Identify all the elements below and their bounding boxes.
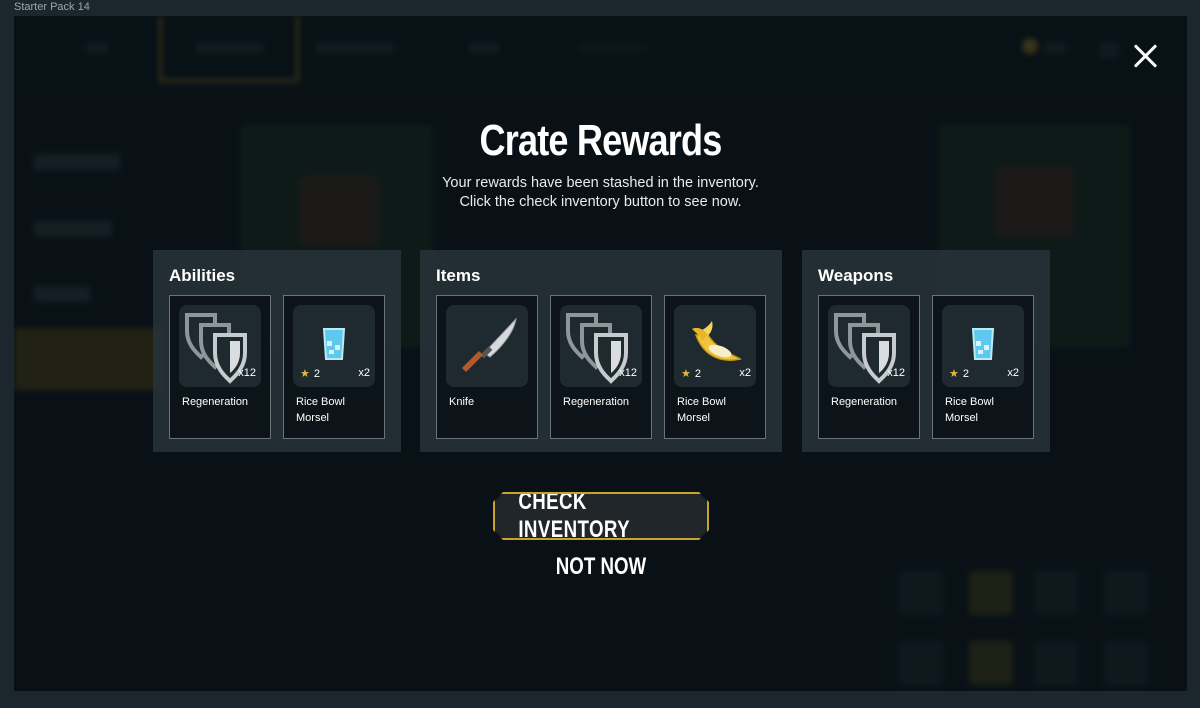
subtitle-line-1: Your rewards have been stashed in the in…: [442, 175, 759, 191]
reward-card[interactable]: x12 Regeneration: [169, 295, 271, 439]
rewards-panel-abilities: Abilities x12 Regeneration ★ 2 x2 Rice B…: [153, 250, 401, 452]
rewards-panel-weapons: Weapons x12 Regeneration ★ 2 x2 Rice Bow…: [802, 250, 1050, 452]
reward-name: Knife: [449, 396, 475, 408]
close-icon[interactable]: [1130, 40, 1162, 72]
game-frame: Crate Rewards Your rewards have been sta…: [14, 16, 1187, 691]
panel-title: Abilities: [169, 266, 236, 285]
reward-level: ★ 2: [949, 367, 969, 381]
reward-card[interactable]: ★ 2 x2 Rice Bowl Morsel: [664, 295, 766, 439]
reward-level-value: 2: [313, 367, 320, 380]
reward-name: Regeneration: [831, 396, 898, 408]
check-inventory-label[interactable]: CHECK INVENTORY: [495, 494, 707, 538]
reward-name: Rice Bowl Morsel: [677, 396, 726, 424]
modal-subtitle: Your rewards have been stashed in the in…: [14, 174, 1187, 212]
reward-quantity: x12: [238, 367, 256, 379]
reward-card[interactable]: ★ 2 x2 Rice Bowl Morsel: [932, 295, 1034, 439]
knife-icon: [462, 317, 517, 372]
subtitle-line-2: Click the check inventory button to see …: [459, 194, 742, 210]
not-now-text: NOT NOW: [555, 553, 646, 580]
star-icon: ★: [949, 368, 959, 380]
reward-card[interactable]: ★ 2 x2 Rice Bowl Morsel: [283, 295, 385, 439]
reward-quantity: x2: [1007, 367, 1019, 379]
reward-card[interactable]: Knife: [436, 295, 538, 439]
rewards-panel-items: Items Knife x12 Regeneration ★ 2 x2 Rice…: [420, 250, 782, 452]
reward-card[interactable]: x12 Regeneration: [818, 295, 920, 439]
reward-level-value: 2: [694, 367, 701, 380]
reward-name: Rice Bowl Morsel: [296, 396, 345, 424]
reward-quantity: x2: [739, 367, 751, 379]
reward-card[interactable]: x12 Regeneration: [550, 295, 652, 439]
reward-quantity: x12: [619, 367, 637, 379]
reward-quantity: x12: [887, 367, 905, 379]
not-now-button[interactable]: NOT NOW: [514, 553, 687, 581]
reward-level-value: 2: [962, 367, 969, 380]
modal-title: Crate Rewards: [479, 116, 722, 165]
reward-name: Rice Bowl Morsel: [945, 396, 994, 424]
check-inventory-text: CHECK INVENTORY: [518, 488, 631, 543]
panel-title: Items: [436, 266, 481, 285]
reward-level: ★ 2: [300, 367, 320, 381]
reward-quantity: x2: [358, 367, 370, 379]
reward-name: Regeneration: [563, 396, 630, 408]
window-title: Starter Pack 14: [14, 1, 90, 13]
reward-level: ★ 2: [681, 367, 701, 381]
panel-title: Weapons: [818, 266, 894, 285]
star-icon: ★: [681, 368, 691, 380]
reward-name: Regeneration: [182, 396, 249, 408]
star-icon: ★: [300, 368, 310, 380]
